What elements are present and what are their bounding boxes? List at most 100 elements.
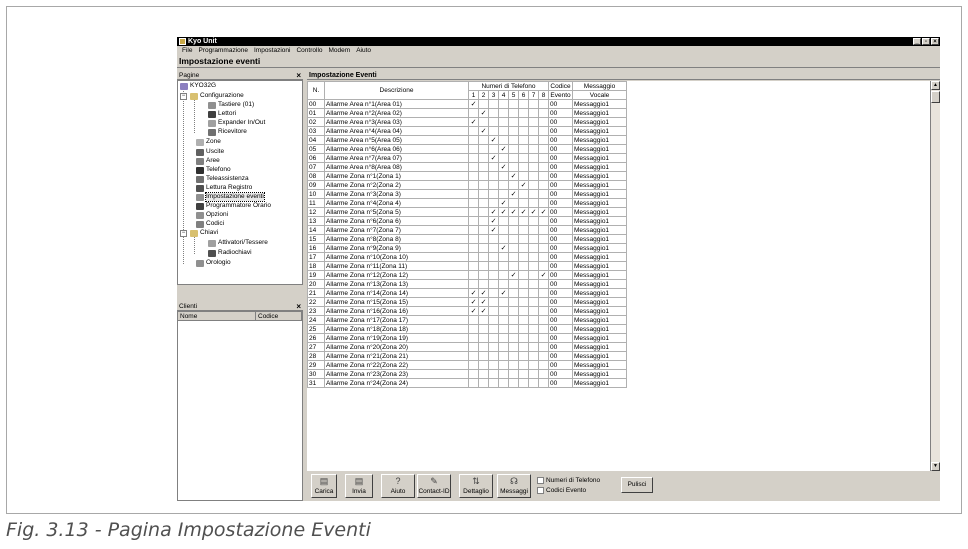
table-row[interactable]: 26 Allarme Zona n°19(Zona 19) 00 Messaggio1 xyxy=(307,333,627,343)
vertical-scrollbar[interactable]: ▲ ▼ xyxy=(930,81,940,471)
voice-message[interactable]: Messaggio1 xyxy=(572,162,627,172)
table-row[interactable]: 02 Allarme Area n°3(Area 03) ✓ 00 Messaggio1 xyxy=(307,117,627,127)
orologio-node[interactable]: Orologio xyxy=(196,259,231,267)
phone-checkbox-4[interactable] xyxy=(498,261,509,271)
phone-checkbox-6[interactable] xyxy=(518,378,529,388)
phone-checkbox-2[interactable] xyxy=(478,234,489,244)
table-row[interactable]: 31 Allarme Zona n°24(Zona 24) 00 Messaggio1 xyxy=(307,378,627,388)
phone-checkbox-8[interactable] xyxy=(538,153,549,163)
lettori-node[interactable]: Lettori xyxy=(208,110,236,118)
uscite-node[interactable]: Uscite xyxy=(196,148,224,156)
phone-checkbox-3[interactable] xyxy=(488,198,499,208)
phone-checkbox-5[interactable] xyxy=(508,360,519,370)
table-row[interactable]: 12 Allarme Zona n°5(Zona 5) ✓ ✓ ✓ ✓ ✓ ✓ 00 Messag… xyxy=(307,207,627,217)
voice-message[interactable]: Messaggio1 xyxy=(572,234,627,244)
phone-checkbox-7[interactable] xyxy=(528,279,539,289)
phone-checkbox-6[interactable] xyxy=(518,216,529,226)
event-code[interactable]: 00 xyxy=(548,315,573,325)
phone-checkbox-4[interactable] xyxy=(498,333,509,343)
phone-checkbox-5[interactable] xyxy=(508,324,519,334)
event-code[interactable]: 00 xyxy=(548,207,573,217)
phone-checkbox-5[interactable] xyxy=(508,144,519,154)
phone-checkbox-2[interactable] xyxy=(478,153,489,163)
voice-message[interactable]: Messaggio1 xyxy=(572,207,627,217)
phone-checkbox-1[interactable] xyxy=(468,351,479,361)
clienti-list[interactable]: Nome Codice xyxy=(177,311,303,501)
phone-checkbox-4[interactable]: ✓ xyxy=(498,162,509,172)
pulisci-button[interactable]: Pulisci xyxy=(621,477,653,493)
phone-checkbox-1[interactable]: ✓ xyxy=(468,297,479,307)
phone-checkbox-4[interactable]: ✓ xyxy=(498,207,509,217)
phone-checkbox-2[interactable] xyxy=(478,252,489,262)
phone-checkbox-6[interactable] xyxy=(518,315,529,325)
event-code[interactable]: 00 xyxy=(548,144,573,154)
impostazione-eventi-node[interactable]: Impostazione eventi xyxy=(196,192,265,202)
event-code[interactable]: 00 xyxy=(548,234,573,244)
phone-checkbox-6[interactable] xyxy=(518,360,529,370)
voice-message[interactable]: Messaggio1 xyxy=(572,153,627,163)
phone-checkbox-1[interactable]: ✓ xyxy=(468,99,479,109)
phone-checkbox-6[interactable]: ✓ xyxy=(518,207,529,217)
phone-checkbox-7[interactable] xyxy=(528,306,539,316)
phone-checkbox-2[interactable]: ✓ xyxy=(478,108,489,118)
event-code[interactable]: 00 xyxy=(548,99,573,109)
event-code[interactable]: 00 xyxy=(548,108,573,118)
phone-checkbox-1[interactable] xyxy=(468,189,479,199)
phone-checkbox-3[interactable] xyxy=(488,99,499,109)
phone-checkbox-1[interactable]: ✓ xyxy=(468,306,479,316)
phone-checkbox-6[interactable] xyxy=(518,225,529,235)
table-row[interactable]: 18 Allarme Zona n°11(Zona 11) 00 Messaggio1 xyxy=(307,261,627,271)
pagine-close-button[interactable]: × xyxy=(296,71,301,80)
phone-checkbox-6[interactable] xyxy=(518,243,529,253)
phone-checkbox-3[interactable] xyxy=(488,144,499,154)
phone-checkbox-1[interactable] xyxy=(468,234,479,244)
phone-checkbox-5[interactable]: ✓ xyxy=(508,171,519,181)
event-code[interactable]: 00 xyxy=(548,117,573,127)
voice-message[interactable]: Messaggio1 xyxy=(572,324,627,334)
phone-checkbox-7[interactable] xyxy=(528,315,539,325)
phone-checkbox-3[interactable] xyxy=(488,351,499,361)
event-code[interactable]: 00 xyxy=(548,288,573,298)
phone-checkbox-8[interactable] xyxy=(538,315,549,325)
phone-checkbox-2[interactable] xyxy=(478,162,489,172)
table-row[interactable]: 23 Allarme Zona n°16(Zona 16) ✓ ✓ 00 Messaggi… xyxy=(307,306,627,316)
phone-checkbox-1[interactable] xyxy=(468,360,479,370)
expander-node[interactable]: Expander In/Out xyxy=(208,119,265,127)
phone-checkbox-1[interactable] xyxy=(468,108,479,118)
phone-checkbox-6[interactable] xyxy=(518,198,529,208)
phone-checkbox-8[interactable] xyxy=(538,279,549,289)
event-code[interactable]: 00 xyxy=(548,351,573,361)
voice-message[interactable]: Messaggio1 xyxy=(572,198,627,208)
phone-checkbox-6[interactable] xyxy=(518,162,529,172)
menu-programmazione[interactable]: Programmazione xyxy=(195,46,251,55)
event-code[interactable]: 00 xyxy=(548,297,573,307)
root-node[interactable]: KYO32G xyxy=(180,82,216,90)
event-code[interactable]: 00 xyxy=(548,135,573,145)
phone-checkbox-1[interactable] xyxy=(468,135,479,145)
table-row[interactable]: 05 Allarme Area n°6(Area 06) ✓ 00 Messaggio1 xyxy=(307,144,627,154)
phone-checkbox-4[interactable] xyxy=(498,234,509,244)
phone-checkbox-7[interactable] xyxy=(528,369,539,379)
col-header-nome[interactable]: Nome xyxy=(178,312,256,321)
voice-message[interactable]: Messaggio1 xyxy=(572,369,627,379)
table-row[interactable]: 08 Allarme Zona n°1(Zona 1) ✓ 00 Messaggio1 xyxy=(307,171,627,181)
phone-checkbox-1[interactable] xyxy=(468,225,479,235)
phone-checkbox-5[interactable] xyxy=(508,333,519,343)
tree-expander[interactable]: − xyxy=(180,93,187,100)
dettaglio-button[interactable]: ⇅ Dettaglio xyxy=(459,474,493,498)
phone-checkbox-8[interactable] xyxy=(538,117,549,127)
phone-checkbox-5[interactable] xyxy=(508,378,519,388)
numeri-telefono-checkbox[interactable]: Numeri di Telefono xyxy=(537,476,600,485)
phone-checkbox-5[interactable] xyxy=(508,117,519,127)
event-code[interactable]: 00 xyxy=(548,342,573,352)
voice-message[interactable]: Messaggio1 xyxy=(572,243,627,253)
phone-checkbox-2[interactable] xyxy=(478,315,489,325)
phone-checkbox-3[interactable] xyxy=(488,315,499,325)
voice-message[interactable]: Messaggio1 xyxy=(572,306,627,316)
phone-checkbox-6[interactable] xyxy=(518,108,529,118)
phone-checkbox-6[interactable] xyxy=(518,342,529,352)
ricevitore-node[interactable]: Ricevitore xyxy=(208,128,247,136)
phone-checkbox-8[interactable] xyxy=(538,261,549,271)
phone-checkbox-8[interactable] xyxy=(538,378,549,388)
phone-checkbox-5[interactable] xyxy=(508,126,519,136)
